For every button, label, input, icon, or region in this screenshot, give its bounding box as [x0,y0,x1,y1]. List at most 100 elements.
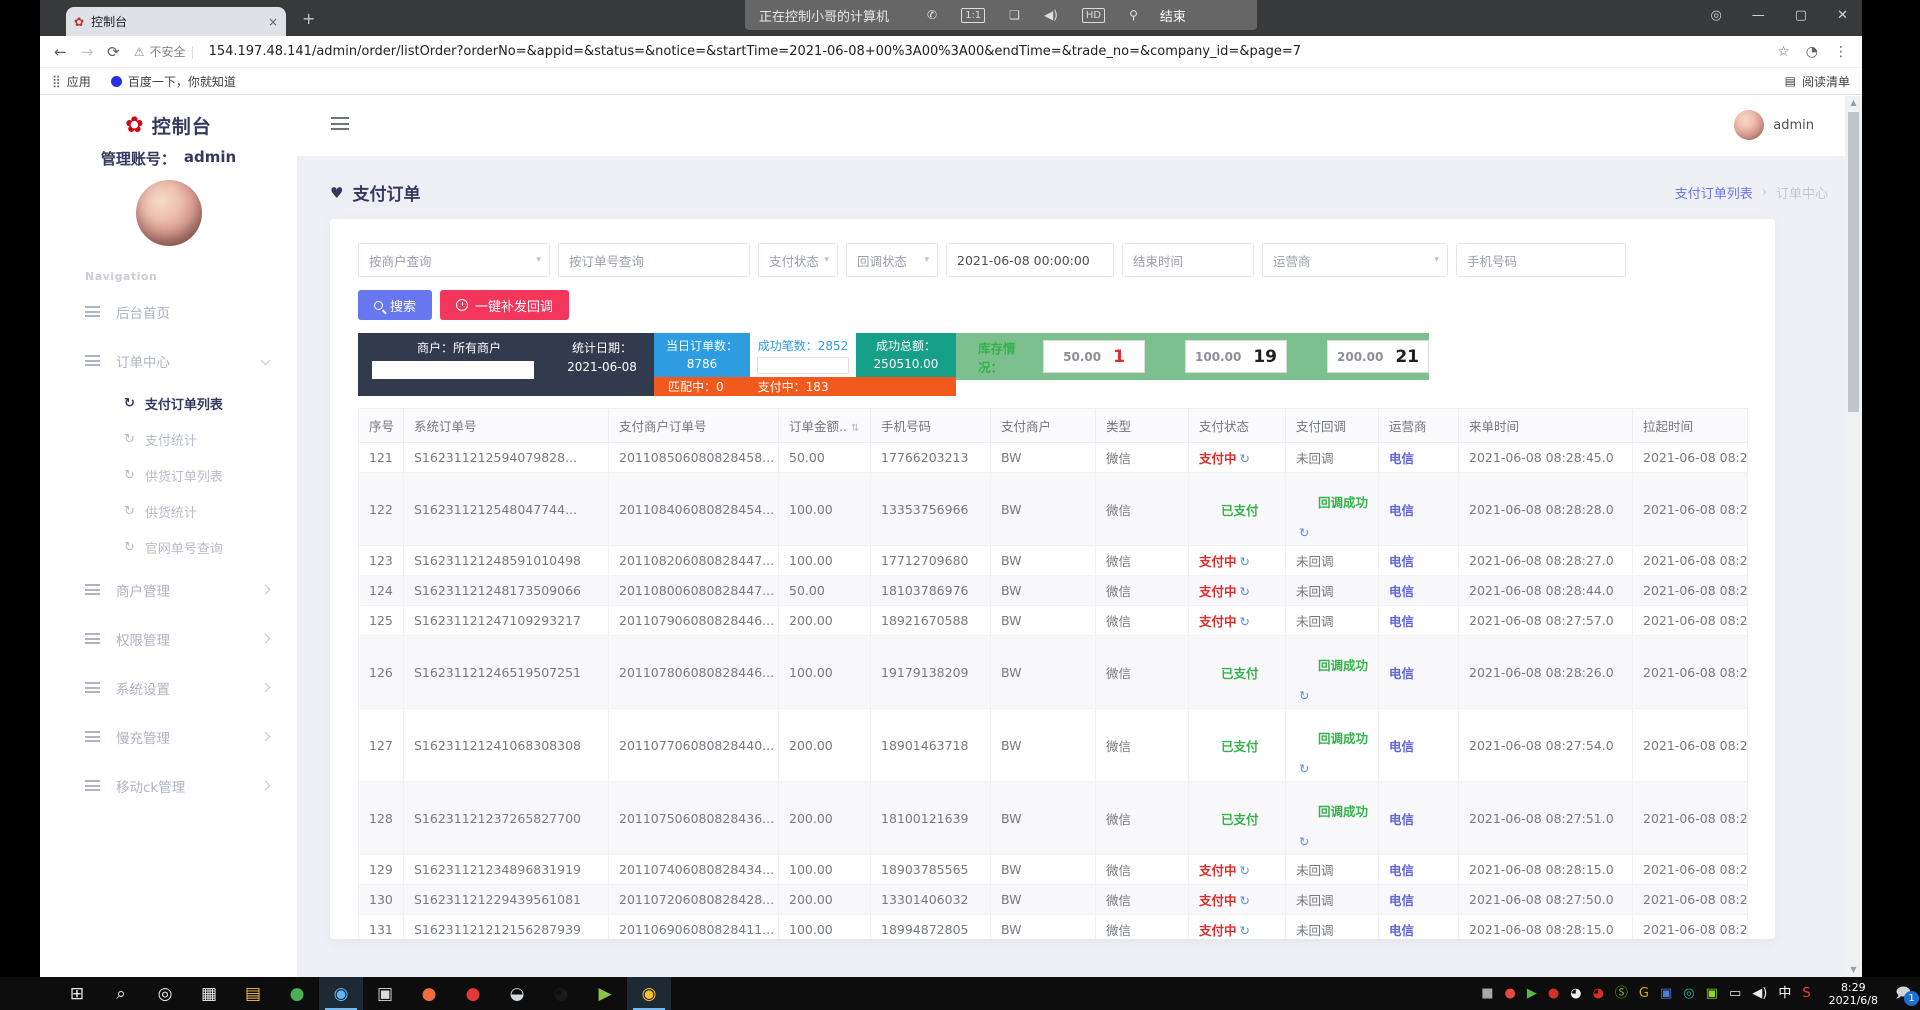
filter-input-结束时间[interactable]: 结束时间 [1122,243,1254,277]
filter-select-回调状态[interactable]: 回调状态▾ [846,243,938,277]
terminal-icon[interactable]: ▣ [363,977,407,1010]
speaker-icon[interactable]: ◀) [1044,8,1058,22]
tray-ime-icon[interactable]: 中 [1778,987,1791,1000]
sidebar-item-商户管理[interactable]: 商户管理 [40,565,297,614]
hd-icon[interactable]: HD [1082,8,1105,23]
navbar-user[interactable]: admin [1734,110,1814,140]
reading-list-button[interactable]: ▤阅读清单 [1785,73,1850,90]
sidebar-item-慢充管理[interactable]: 慢充管理 [40,712,297,761]
tray-red2-icon[interactable]: ● [1548,987,1559,1000]
refresh-icon[interactable]: ↻ [1240,451,1250,466]
minimize-button[interactable]: — [1752,8,1765,23]
new-tab-button[interactable]: + [302,11,315,27]
firefox-icon[interactable]: ● [407,977,451,1010]
end-remote-button[interactable]: 结束 [1160,6,1186,25]
pin-icon[interactable]: ⚲ [1129,8,1138,22]
sidebar-item-供货订单列表[interactable]: ↻供货订单列表 [40,457,297,493]
success-count-input[interactable] [757,357,849,374]
sidebar-item-官网单号查询[interactable]: ↻官网单号查询 [40,529,297,565]
apps-shortcut[interactable]: ⣿应用 [52,73,91,90]
resend-callback-button[interactable]: 一键补发回调 [440,290,569,320]
refresh-icon[interactable]: ↻ [1299,761,1309,776]
profile-icon[interactable]: ◔ [1806,44,1818,60]
filter-input-2021-06-08 00:00:00[interactable]: 2021-06-08 00:00:00 [946,243,1114,277]
tray-qq1-icon[interactable]: ◕ [1570,987,1581,1000]
tray-teal-icon[interactable]: ◎ [1683,987,1694,1000]
sidebar-item-订单中心[interactable]: 订单中心 [40,336,297,385]
search-icon[interactable]: ⌕ [99,977,143,1010]
fullscreen-icon[interactable]: ❏ [1009,8,1020,22]
refresh-icon[interactable]: ↻ [1240,863,1250,878]
tray-nvidia-icon[interactable]: ▣ [1706,987,1718,1000]
refresh-icon[interactable]: ↻ [1240,893,1250,908]
brand[interactable]: ✿ 控制台 [40,112,297,139]
scrollbar-thumb[interactable] [1848,112,1859,412]
sidebar-item-移动ck管理[interactable]: 移动ck管理 [40,761,297,810]
record-icon[interactable]: ◎ [1710,8,1721,23]
scroll-up-icon[interactable]: ▲ [1845,96,1862,110]
microphone-icon[interactable]: ◒ [495,977,539,1010]
back-button[interactable]: ← [54,43,67,61]
refresh-icon[interactable]: ↻ [1299,525,1309,540]
forward-button[interactable]: → [81,43,94,61]
filter-input-按订单号查询[interactable]: 按订单号查询 [558,243,750,277]
search-button[interactable]: 搜索 [358,290,432,320]
filter-select-运营商[interactable]: 运营商▾ [1262,243,1448,277]
notification-center-button[interactable]: 🗩 1 [1886,981,1920,1007]
refresh-icon[interactable]: ↻ [1299,688,1309,703]
refresh-icon[interactable]: ↻ [1299,834,1309,849]
filter-select-按商户查询[interactable]: 按商户查询▾ [358,243,550,277]
reload-button[interactable]: ⟳ [107,43,120,61]
sidebar-item-供货统计[interactable]: ↻供货统计 [40,493,297,529]
sidebar-item-支付统计[interactable]: ↻支付统计 [40,421,297,457]
task-view-icon[interactable]: ▦ [187,977,231,1010]
bookmark-star-icon[interactable]: ☆ [1777,44,1790,60]
tray-gray-square-icon[interactable]: ■ [1481,987,1493,1000]
tray-network-icon[interactable]: ▭ [1729,987,1741,1000]
play-store-icon[interactable]: ▶ [583,977,627,1010]
refresh-icon[interactable]: ↻ [1240,554,1250,569]
address-bar[interactable]: 154.197.48.141/admin/order/listOrder?ord… [209,44,1764,59]
tray-green-s-icon[interactable]: Ⓢ [1615,987,1628,1000]
menu-kebab-icon[interactable]: ⋮ [1834,44,1848,60]
phone-icon[interactable]: ✆ [927,8,937,22]
scroll-down-icon[interactable]: ▼ [1845,963,1862,977]
refresh-icon[interactable]: ↻ [1240,584,1250,599]
hamburger-icon[interactable] [331,117,349,130]
tray-qq2-icon[interactable]: ◕ [1593,987,1604,1000]
tray-gold-g-icon[interactable]: G [1639,987,1649,1000]
filter-select-支付状态[interactable]: 支付状态▾ [758,243,838,277]
merchant-input[interactable] [372,361,534,379]
sort-icon[interactable]: ⇅ [851,423,859,434]
sidebar-item-权限管理[interactable]: 权限管理 [40,614,297,663]
tray-s-icon[interactable]: S [1802,987,1810,1000]
filter-input-手机号码[interactable]: 手机号码 [1456,243,1626,277]
chrome-icon[interactable]: ◉ [627,977,671,1010]
refresh-icon[interactable]: ↻ [1240,923,1250,938]
ratio-1-1-icon[interactable]: 1:1 [961,8,985,23]
column-header-订单金额..[interactable]: 订单金额..⇅ [779,409,871,443]
maximize-button[interactable]: ▢ [1795,8,1807,23]
taskbar-clock[interactable]: 8:29 2021/6/8 [1829,981,1878,1007]
browser-360-icon[interactable]: ● [275,977,319,1010]
cortana-icon[interactable]: ◎ [143,977,187,1010]
sidebar-item-支付订单列表[interactable]: ↻支付订单列表 [40,385,297,421]
qq-icon[interactable]: ◕ [539,977,583,1010]
start-icon[interactable]: ⊞ [55,977,99,1010]
breadcrumb-current[interactable]: 支付订单列表 [1675,183,1753,202]
refresh-icon[interactable]: ↻ [1240,614,1250,629]
page-scrollbar[interactable]: ▲ ▼ [1845,96,1862,977]
baidu-bookmark[interactable]: 百度一下，你就知道 [111,73,236,90]
red-app-icon[interactable]: ● [451,977,495,1010]
tray-red-icon[interactable]: ● [1505,987,1516,1000]
close-window-button[interactable]: ✕ [1837,8,1848,23]
sidebar-item-系统设置[interactable]: 系统设置 [40,663,297,712]
sidebar-item-后台首页[interactable]: 后台首页 [40,287,297,336]
tray-blue-box-icon[interactable]: ▣ [1660,987,1672,1000]
browser-tab[interactable]: ✿ 控制台 × [66,7,286,36]
tray-volume-icon[interactable]: ◀) [1752,987,1767,1000]
tray-play-icon[interactable]: ▶ [1527,987,1537,1000]
file-explorer-icon[interactable]: ▤ [231,977,275,1010]
security-indicator[interactable]: ⚠ 不安全 | [134,43,195,60]
close-tab-icon[interactable]: × [268,15,278,29]
